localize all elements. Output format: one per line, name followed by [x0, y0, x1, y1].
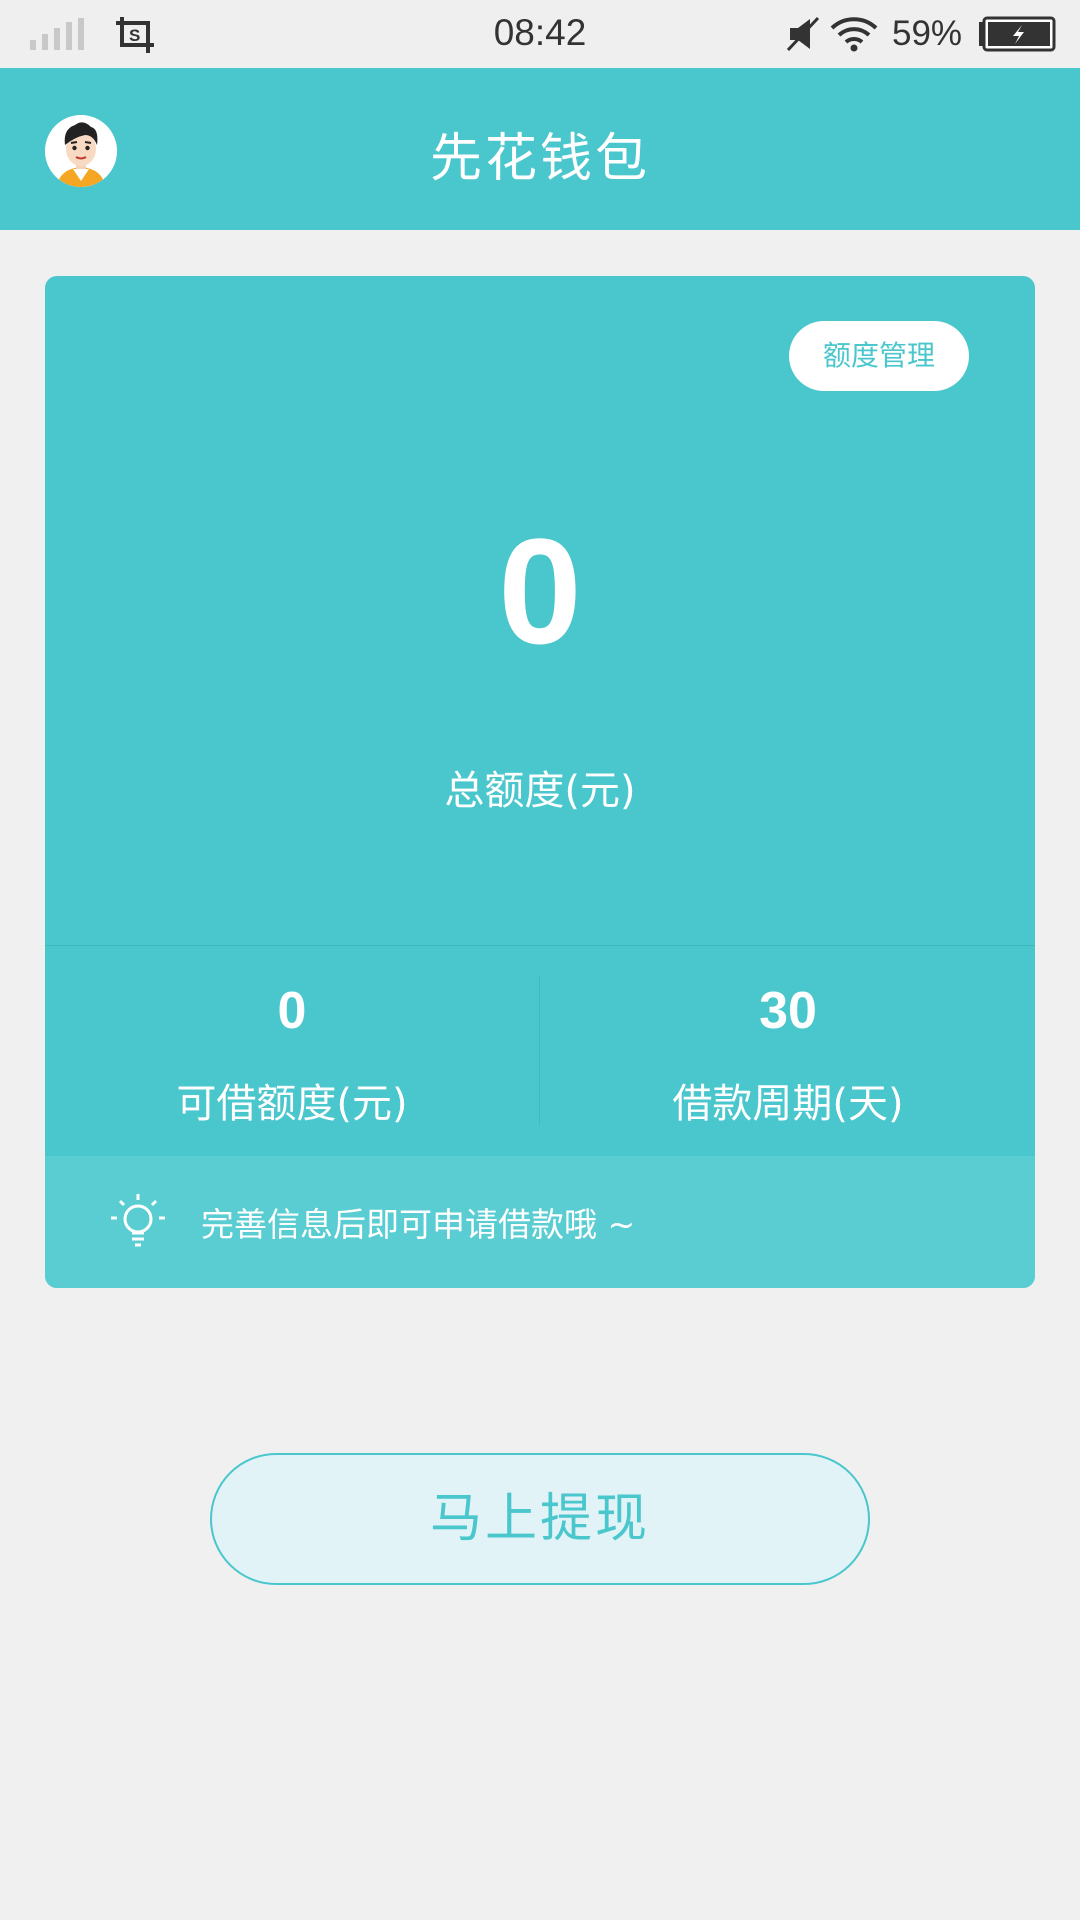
divider [45, 945, 1035, 946]
battery-charging-icon [979, 16, 1056, 52]
withdraw-now-button[interactable]: 马上提现 [210, 1453, 870, 1585]
status-bar: S 08:42 59% [0, 0, 1080, 68]
lightbulb-icon [111, 1194, 165, 1247]
loan-period-stat: 30 借款周期(天) [541, 976, 1035, 1129]
tip-bar[interactable]: 完善信息后即可申请借款哦 ~ [45, 1156, 1035, 1288]
total-credit-value: 0 [498, 507, 582, 675]
tip-text: 完善信息后即可申请借款哦 ~ [201, 1205, 636, 1244]
divider [539, 975, 540, 1125]
available-credit-label: 可借额度(元) [176, 1081, 408, 1127]
battery-percent: 59% [892, 14, 963, 53]
mute-icon [786, 16, 820, 52]
credit-card: 额度管理 0 总额度(元) 0 可借额度(元) 30 借款周期(天) 完善信息后… [45, 276, 1035, 1288]
loan-period-label: 借款周期(天) [672, 1081, 904, 1127]
loan-period-value: 30 [759, 982, 817, 1040]
app-header: 先花钱包 [0, 68, 1080, 230]
page-title: 先花钱包 [429, 129, 650, 189]
total-credit-label: 总额度(元) [444, 768, 636, 814]
quota-management-button[interactable]: 额度管理 [789, 321, 969, 391]
available-credit-stat: 0 可借额度(元) [45, 976, 539, 1129]
wifi-icon [830, 17, 878, 52]
available-credit-value: 0 [277, 982, 307, 1040]
